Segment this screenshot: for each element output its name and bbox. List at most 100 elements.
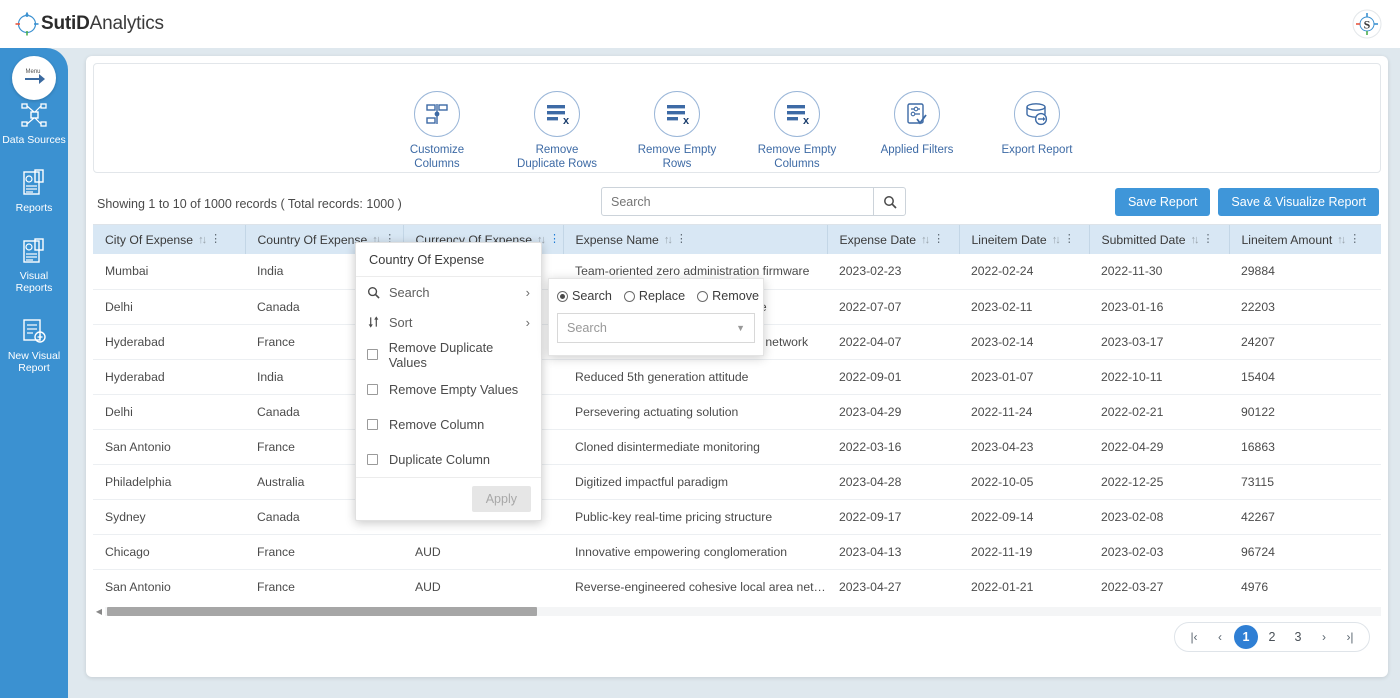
save-actions: Save Report Save & Visualize Report xyxy=(1115,188,1379,216)
sidebar-item-label: New Visual Report xyxy=(2,350,66,374)
sort-toggle-icon[interactable]: ↑↓ xyxy=(198,234,205,246)
sidebar-item-reports[interactable]: Reports xyxy=(0,168,68,214)
search-value-select[interactable]: Search ▼ xyxy=(557,313,755,343)
table-row[interactable]: ChicagoFranceAUDInnovative empowering co… xyxy=(93,534,1381,569)
radio-icon[interactable] xyxy=(697,291,708,302)
table-cell: 42267 xyxy=(1229,499,1381,534)
apply-button[interactable]: Apply xyxy=(472,486,531,512)
remove-empty-columns-button[interactable]: x Remove Empty Columns xyxy=(751,91,843,171)
radio-remove[interactable]: Remove xyxy=(697,289,759,303)
menu-toggle-button[interactable]: Menu xyxy=(12,56,56,100)
remove-duplicate-rows-button[interactable]: x Remove Duplicate Rows xyxy=(511,91,603,171)
svg-text:S: S xyxy=(1364,18,1371,32)
column-menu-icon[interactable]: ⋮ xyxy=(676,235,687,244)
checkbox-icon[interactable] xyxy=(367,419,378,430)
column-menu-icon[interactable]: ⋮ xyxy=(1349,235,1360,244)
table-row[interactable]: PhiladelphiaAustraliaAUDDigitized impact… xyxy=(93,464,1381,499)
checkbox-icon[interactable] xyxy=(367,384,378,395)
sort-toggle-icon[interactable]: ↑↓ xyxy=(1337,234,1344,246)
save-report-button[interactable]: Save Report xyxy=(1115,188,1210,216)
column-menu-icon[interactable]: ⋮ xyxy=(549,235,560,244)
column-header-city-of-expense[interactable]: City Of Expense↑↓⋮ xyxy=(93,225,245,254)
column-header-expense-name[interactable]: Expense Name↑↓⋮ xyxy=(563,225,827,254)
records-count-text: Showing 1 to 10 of 1000 records ( Total … xyxy=(97,197,402,211)
column-menu-sort-item[interactable]: Sort › xyxy=(356,307,541,337)
column-header-label: Country Of Expense xyxy=(258,233,368,247)
column-menu-icon[interactable]: ⋮ xyxy=(210,235,221,244)
sort-toggle-icon[interactable]: ↑↓ xyxy=(664,234,671,246)
table-cell: 2022-11-24 xyxy=(959,394,1089,429)
column-menu-icon[interactable]: ⋮ xyxy=(933,235,944,244)
table-cell: 2022-07-07 xyxy=(827,289,959,324)
scrollbar-rail[interactable] xyxy=(105,607,1381,616)
column-menu-search-item[interactable]: Search › xyxy=(356,277,541,307)
table-row[interactable]: HyderabadIndiaAUDReduced 5th generation … xyxy=(93,359,1381,394)
applied-filters-button[interactable]: Applied Filters xyxy=(871,91,963,158)
checkbox-label: Remove Duplicate Values xyxy=(389,340,530,370)
pagination-first-button[interactable]: |‹ xyxy=(1182,625,1206,649)
pagination-next-button[interactable]: › xyxy=(1312,625,1336,649)
app-logo[interactable]: SutiDAnalytics xyxy=(14,11,164,37)
table-cell: 2022-11-30 xyxy=(1089,254,1229,289)
checkbox-duplicate-column[interactable]: Duplicate Column xyxy=(356,442,541,477)
pagination-page-3[interactable]: 3 xyxy=(1286,625,1310,649)
checkbox-remove-column[interactable]: Remove Column xyxy=(356,407,541,442)
column-header-label: Lineitem Date xyxy=(972,233,1047,247)
column-header-submitted-date[interactable]: Submitted Date↑↓⋮ xyxy=(1089,225,1229,254)
table-cell: San Antonio xyxy=(93,429,245,464)
export-report-button[interactable]: Export Report xyxy=(991,91,1083,158)
table-row[interactable]: DelhiCanadaAUDPersevering actuating solu… xyxy=(93,394,1381,429)
sort-toggle-icon[interactable]: ↑↓ xyxy=(1191,234,1198,246)
column-header-expense-date[interactable]: Expense Date ↑↓ ⋮ xyxy=(827,225,959,254)
column-header-lineitem-amount[interactable]: Lineitem Amount↑↓⋮ xyxy=(1229,225,1381,254)
table-cell: 2022-09-14 xyxy=(959,499,1089,534)
column-menu-icon[interactable]: ⋮ xyxy=(1064,235,1075,244)
sidebar-item-visual-reports[interactable]: Visual Reports xyxy=(0,236,68,294)
sort-toggle-icon[interactable]: ↑↓ xyxy=(921,234,928,246)
sidebar-item-data-sources[interactable]: Data Sources xyxy=(0,100,68,146)
pagination-prev-button[interactable]: ‹ xyxy=(1208,625,1232,649)
table-cell: Hyderabad xyxy=(93,324,245,359)
radio-icon[interactable] xyxy=(557,291,568,302)
table-cell: 2022-10-11 xyxy=(1089,359,1229,394)
checkbox-icon[interactable] xyxy=(367,349,378,360)
search-input[interactable] xyxy=(602,188,873,215)
sidebar-item-new-visual-report[interactable]: New Visual Report xyxy=(0,316,68,374)
pagination-last-button[interactable]: ›| xyxy=(1338,625,1362,649)
checkbox-remove-duplicate-values[interactable]: Remove Duplicate Values xyxy=(356,337,541,372)
table-row[interactable]: San AntonioFranceAUDReverse-engineered c… xyxy=(93,569,1381,604)
radio-replace[interactable]: Replace xyxy=(624,289,685,303)
table-cell: AUD xyxy=(403,534,563,569)
scrollbar-thumb[interactable] xyxy=(107,607,537,616)
search-mode-radio-group: Search Replace Remove xyxy=(557,289,755,303)
avatar[interactable]: S xyxy=(1352,9,1382,39)
pagination-page-1[interactable]: 1 xyxy=(1234,625,1258,649)
column-header-lineitem-date[interactable]: Lineitem Date ↑↓ ⋮ xyxy=(959,225,1089,254)
search-icon[interactable] xyxy=(873,188,905,215)
remove-empty-rows-icon: x xyxy=(654,91,700,137)
radio-search[interactable]: Search xyxy=(557,289,612,303)
save-visualize-report-button[interactable]: Save & Visualize Report xyxy=(1218,188,1379,216)
sort-toggle-icon[interactable]: ↑↓ xyxy=(1052,234,1059,246)
table-row[interactable]: San AntonioFranceAUDCloned disintermedia… xyxy=(93,429,1381,464)
column-header-label: Expense Date xyxy=(840,233,917,247)
radio-icon[interactable] xyxy=(624,291,635,302)
checkbox-label: Remove Column xyxy=(389,417,484,432)
table-row[interactable]: SydneyCanadaAUDPublic-key real-time pric… xyxy=(93,499,1381,534)
pagination-page-2[interactable]: 2 xyxy=(1260,625,1284,649)
table-cell: Reverse-engineered cohesive local area n… xyxy=(563,569,827,604)
table-cell: Reduced 5th generation attitude xyxy=(563,359,827,394)
customize-columns-button[interactable]: Customize Columns xyxy=(391,91,483,171)
table-cell: Delhi xyxy=(93,289,245,324)
table-search-box[interactable] xyxy=(601,187,906,216)
scroll-left-arrow-icon[interactable]: ◀ xyxy=(93,607,105,616)
checkbox-icon[interactable] xyxy=(367,454,378,465)
column-menu-icon[interactable]: ⋮ xyxy=(1203,235,1214,244)
table-cell: 2022-01-21 xyxy=(959,569,1089,604)
table-cell: 2022-09-01 xyxy=(827,359,959,394)
applied-filters-icon xyxy=(894,91,940,137)
remove-empty-rows-button[interactable]: x Remove Empty Rows xyxy=(631,91,723,171)
horizontal-scrollbar[interactable]: ◀ xyxy=(93,604,1381,618)
table-cell: 2023-04-29 xyxy=(827,394,959,429)
checkbox-remove-empty-values[interactable]: Remove Empty Values xyxy=(356,372,541,407)
